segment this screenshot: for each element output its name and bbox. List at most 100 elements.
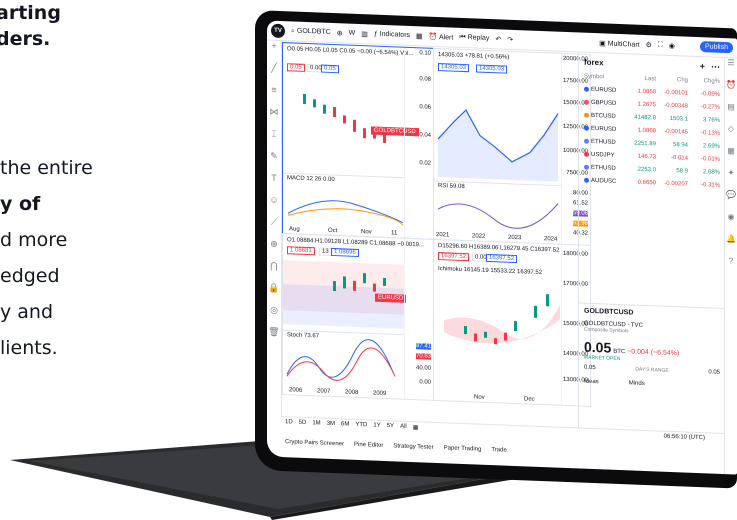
date-range-icon[interactable]: ▦ xyxy=(413,424,419,431)
price-axis: 87.41 70.63 40.00 0.00 xyxy=(404,238,433,400)
help-icon[interactable]: ? xyxy=(725,256,737,278)
watchlist-icon[interactable]: ☰ xyxy=(725,58,737,80)
layout-icon[interactable]: ▦ xyxy=(416,32,423,40)
ideas-button[interactable]: Ideas xyxy=(584,379,599,386)
laptop-screen: TV ⌕ GOLDBTC ⊕ W ▥ ƒ Indicators ▦ ⏰ Aler… xyxy=(255,10,737,489)
timeframe-button[interactable]: 1Y xyxy=(373,423,380,430)
tab-pine-editor[interactable]: Pine Editor xyxy=(354,442,383,449)
notification-icon[interactable]: 🔔 xyxy=(725,234,737,256)
timeframe-button[interactable]: 6M xyxy=(341,421,349,428)
range-high: 0.05 xyxy=(708,369,720,376)
alerts-icon[interactable]: ⏰ xyxy=(725,80,737,102)
chart-pane-btc[interactable]: 14305.03 +78.81 (+0.56%) 14305.03 14305.… xyxy=(433,47,591,246)
text-icon[interactable]: T xyxy=(267,172,281,195)
watchlist-change: -0.00348 xyxy=(664,102,688,110)
right-sidebar: ☰ ⏰ ▤ ◇ ▦ ✦ 💬 ◉ 🔔 ? xyxy=(724,58,737,475)
hero-heading: arting ders. xyxy=(0,0,61,52)
timeframe-button[interactable]: 5Y xyxy=(387,423,394,430)
add-symbol-icon[interactable]: + xyxy=(700,61,705,71)
trend-line-icon[interactable]: ╱ xyxy=(267,62,281,85)
add-symbol-icon[interactable]: ⊕ xyxy=(337,29,343,37)
more-icon[interactable]: ⋯ xyxy=(711,61,720,72)
watchlist-last: 1.2675 xyxy=(637,101,656,108)
watchlist-title[interactable]: forex xyxy=(584,57,604,67)
crosshair-icon[interactable]: + xyxy=(267,40,281,63)
indicators-button[interactable]: ƒ Indicators xyxy=(374,31,410,39)
symbol-icon xyxy=(584,112,589,118)
camera-icon[interactable]: ◉ xyxy=(669,41,675,49)
tab-paper-trading[interactable]: Paper Trading xyxy=(444,445,482,452)
chat-icon[interactable]: 💬 xyxy=(725,190,737,212)
fib-icon[interactable]: ≡ xyxy=(267,84,281,107)
symbol-details: GOLDBTCUSD GOLDBTCUSD · TVC Composite Sy… xyxy=(579,302,725,435)
chart-pane-eurusd[interactable]: O1.08884 H1.09128 L1.08289 C1.08688 −0.0… xyxy=(282,233,434,401)
hero-body-line: y of xyxy=(0,193,41,215)
timeframe-button[interactable]: YTD xyxy=(355,422,367,429)
undo-icon[interactable]: ↶ xyxy=(495,35,501,43)
news-icon[interactable]: ▤ xyxy=(725,102,737,124)
detail-price: 0.05 xyxy=(584,338,612,356)
watchlist-last: 0.6650 xyxy=(637,179,656,186)
timeframe-button[interactable]: All xyxy=(400,424,407,431)
eye-icon[interactable]: ◎ xyxy=(267,304,281,327)
broadcast-icon[interactable]: ◉ xyxy=(725,212,737,234)
emoji-icon[interactable]: ☺ xyxy=(267,194,281,217)
watchlist-change-pct: -0.13% xyxy=(700,129,720,137)
zoom-icon[interactable]: ⊕ xyxy=(267,238,281,261)
watchlist-last: 1.0868 xyxy=(637,127,656,134)
brush-icon[interactable]: ✎ xyxy=(267,150,281,173)
interval-button[interactable]: W xyxy=(349,30,356,37)
rsi-legend: RSI 59.08 xyxy=(438,183,465,191)
chart-type-icon[interactable]: ▥ xyxy=(361,30,368,38)
chart-pane-btc-ichimoku[interactable]: D15296.60 H16389.06 L16279.45 C16397.52 … xyxy=(433,238,591,407)
hero-body-line: d more xyxy=(0,229,68,251)
alert-button[interactable]: ⏰ Alert xyxy=(429,32,454,41)
magnet-icon[interactable]: ⋂ xyxy=(267,260,281,283)
ideas-icon[interactable]: ✦ xyxy=(725,168,737,190)
redo-icon[interactable]: ↷ xyxy=(507,35,513,43)
price-badge: EURUSD xyxy=(375,293,407,303)
detail-unit: BTC xyxy=(613,348,626,356)
pattern-icon[interactable]: ⋈ xyxy=(267,106,281,129)
minds-button[interactable]: Minds xyxy=(629,380,645,387)
hero-heading-line2: ders. xyxy=(0,28,51,50)
watchlist-change: 1503.1 xyxy=(669,115,688,123)
panel-tabs: Crypto Pairs Screener Pine Editor Strate… xyxy=(285,439,507,454)
symbol-icon xyxy=(584,138,589,144)
watchlist-symbol: ETHUSD xyxy=(584,138,624,146)
range-label: DAY'S RANGE xyxy=(635,366,669,374)
symbol-search[interactable]: ⌕ GOLDBTC xyxy=(291,27,331,37)
tab-strategy-tester[interactable]: Strategy Tester xyxy=(393,443,433,451)
watchlist-symbol: AUDUSC xyxy=(584,177,624,185)
tab-trade[interactable]: Trade xyxy=(491,447,506,454)
calendar-icon[interactable]: ▦ xyxy=(725,146,737,168)
timeframe-button[interactable]: 5D xyxy=(299,420,307,427)
watchlist-change-pct: -0.09% xyxy=(700,90,720,98)
replay-button[interactable]: ⏮ Replay xyxy=(459,33,489,42)
symbol-icon xyxy=(584,164,589,170)
clock: 06:56:10 (UTC) xyxy=(663,433,705,442)
chart-pane-goldbtc[interactable]: O0.05 H0.05 L0.05 C0.05 −0.00 (−6.54%) V… xyxy=(282,42,434,240)
hero-body: the entire y of d more edged y and lient… xyxy=(0,150,93,366)
hero-body-line: y and xyxy=(0,301,54,323)
fullscreen-icon[interactable]: ⛶ xyxy=(658,41,663,49)
hero-body-line: lients. xyxy=(0,337,58,359)
lock-icon[interactable]: 🔒 xyxy=(267,282,281,305)
watchlist-change: -0.00145 xyxy=(664,128,688,136)
ruler-icon[interactable]: ⟋ xyxy=(267,216,281,239)
watchlist-change-pct: 3.76% xyxy=(702,116,720,124)
forecast-icon[interactable]: ⌶ xyxy=(267,128,281,151)
timeframe-button[interactable]: 3M xyxy=(327,421,335,428)
publish-button[interactable]: Publish xyxy=(700,41,733,54)
layers-icon[interactable]: ◇ xyxy=(725,124,737,146)
settings-icon[interactable]: ⚙ xyxy=(646,41,652,49)
multichart-button[interactable]: ▣ MultiChart xyxy=(599,39,639,49)
timeframe-button[interactable]: 1D xyxy=(285,419,293,426)
timeframe-button[interactable]: 1M xyxy=(312,420,320,427)
watchlist-last: 41482.8 xyxy=(634,114,656,121)
detail-symbol: GOLDBTCUSD xyxy=(584,307,634,317)
watchlist-last: 1.0868 xyxy=(637,88,656,95)
tab-screener[interactable]: Crypto Pairs Screener xyxy=(285,439,344,447)
trash-icon[interactable]: 🗑 xyxy=(267,326,281,349)
watchlist-change: -0.00207 xyxy=(664,180,688,188)
